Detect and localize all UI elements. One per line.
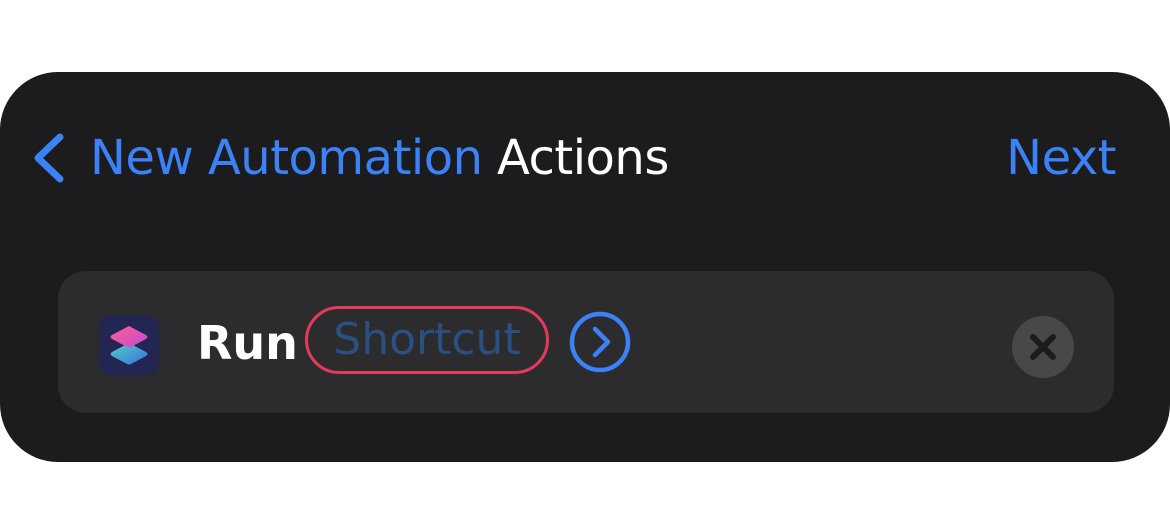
shortcut-parameter-placeholder: Shortcut bbox=[333, 314, 521, 365]
run-shortcut-action-card[interactable]: Run Shortcut bbox=[58, 271, 1114, 413]
action-verb-label: Run bbox=[197, 316, 298, 370]
remove-action-button[interactable] bbox=[1012, 316, 1074, 378]
shortcuts-app-icon bbox=[99, 315, 159, 375]
automation-actions-panel: New Automation Actions Next Run Shortcut bbox=[0, 72, 1170, 462]
page-title: Actions bbox=[497, 130, 669, 186]
expand-action-button[interactable] bbox=[569, 311, 631, 373]
chevron-right-circle-icon bbox=[569, 311, 631, 373]
back-button[interactable]: New Automation bbox=[30, 128, 483, 188]
navigation-bar: New Automation Actions Next bbox=[0, 72, 1170, 248]
back-button-label: New Automation bbox=[90, 130, 483, 186]
chevron-left-icon bbox=[34, 133, 64, 183]
next-button[interactable]: Next bbox=[1006, 128, 1116, 188]
shortcut-parameter-token[interactable]: Shortcut bbox=[305, 306, 549, 374]
xmark-icon bbox=[1030, 334, 1056, 360]
